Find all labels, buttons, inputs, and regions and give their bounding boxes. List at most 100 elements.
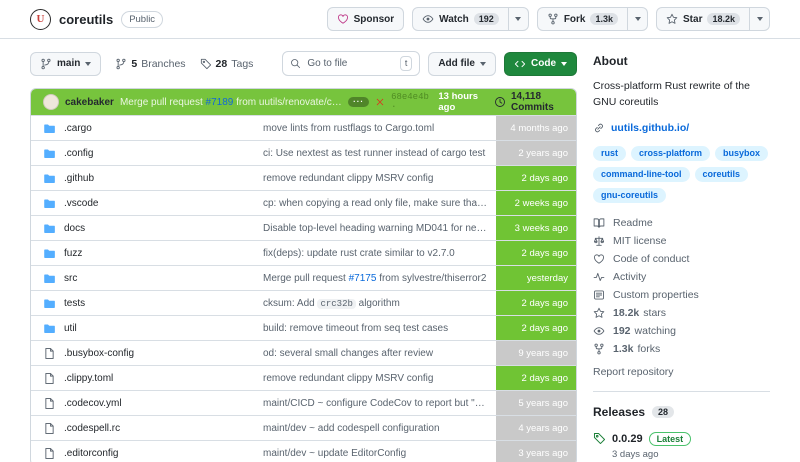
commit-message-link[interactable]: cksum: Add crc32b algorithm bbox=[263, 298, 496, 309]
commit-message-link[interactable]: maint/CICD ~ configure CodeCov to report… bbox=[263, 398, 496, 409]
check-failed-icon[interactable] bbox=[375, 97, 385, 107]
table-row: tests cksum: Add crc32b algorithm 2 days… bbox=[31, 290, 576, 315]
website-link[interactable]: uutils.github.io/ bbox=[593, 122, 770, 134]
topic-tag[interactable]: command-line-tool bbox=[593, 166, 690, 182]
repo-title[interactable]: coreutils bbox=[59, 12, 113, 27]
sidebar-info-item[interactable]: Readme bbox=[593, 217, 770, 229]
info-label: Activity bbox=[613, 270, 647, 283]
commit-message-link[interactable]: Merge pull request #7175 from sylvestre/… bbox=[263, 273, 496, 284]
commit-age-cell[interactable]: 2 weeks ago bbox=[496, 191, 576, 215]
file-name-link[interactable]: .codespell.rc bbox=[64, 423, 120, 434]
commit-message-link[interactable]: move lints from rustflags to Cargo.toml bbox=[263, 123, 496, 134]
sidebar-info-item[interactable]: Code of conduct bbox=[593, 253, 770, 265]
file-name-cell: docs bbox=[31, 222, 263, 235]
watch-dropdown-button[interactable] bbox=[508, 7, 529, 31]
file-name-link[interactable]: docs bbox=[64, 223, 85, 234]
commit-message[interactable]: Merge pull request #7189 from uutils/ren… bbox=[120, 97, 342, 108]
info-label: stars bbox=[643, 306, 667, 319]
sidebar-info-item[interactable]: MIT license bbox=[593, 235, 770, 247]
branch-tag-links: 5 Branches 28 Tags bbox=[115, 58, 253, 70]
file-name-link[interactable]: .config bbox=[64, 148, 93, 159]
sidebar-info-item[interactable]: 18.2k stars bbox=[593, 307, 770, 319]
topic-tag[interactable]: busybox bbox=[715, 145, 769, 161]
branches-link[interactable]: 5 Branches bbox=[115, 58, 186, 70]
topic-tag[interactable]: rust bbox=[593, 145, 627, 161]
org-avatar[interactable]: U bbox=[30, 8, 51, 30]
sponsor-button[interactable]: Sponsor bbox=[326, 7, 405, 31]
commit-age-cell[interactable]: 2 days ago bbox=[496, 316, 576, 340]
commit-message-link[interactable]: maint/dev ~ update EditorConfig bbox=[263, 448, 496, 459]
commit-age-cell[interactable]: 9 years ago bbox=[496, 341, 576, 365]
commit-age-cell[interactable]: 2 days ago bbox=[496, 166, 576, 190]
file-name-link[interactable]: tests bbox=[64, 298, 85, 309]
code-button[interactable]: Code bbox=[504, 51, 577, 76]
branch-selector[interactable]: main bbox=[30, 51, 102, 76]
commit-message-link[interactable]: remove redundant clippy MSRV config bbox=[263, 373, 496, 384]
file-name-link[interactable]: util bbox=[64, 323, 77, 334]
visibility-badge: Public bbox=[121, 10, 164, 28]
table-row: src Merge pull request #7175 from sylves… bbox=[31, 265, 576, 290]
star-dropdown-button[interactable] bbox=[750, 7, 770, 31]
star-button[interactable]: Star 18.2k bbox=[656, 7, 750, 31]
pr-link[interactable]: #7189 bbox=[206, 97, 234, 108]
tags-count: 28 bbox=[215, 57, 228, 70]
commit-message-link[interactable]: ci: Use nextest as test runner instead o… bbox=[263, 148, 496, 159]
commit-age-cell[interactable]: 3 weeks ago bbox=[496, 216, 576, 240]
commit-age-cell[interactable]: 5 years ago bbox=[496, 391, 576, 415]
commit-hash[interactable]: 68e4e4b · bbox=[391, 92, 429, 112]
commit-age-cell[interactable]: 4 months ago bbox=[496, 116, 576, 140]
file-name-link[interactable]: .vscode bbox=[64, 198, 98, 209]
commit-age-cell[interactable]: 2 days ago bbox=[496, 291, 576, 315]
file-name-link[interactable]: .editorconfig bbox=[64, 448, 118, 459]
fork-dropdown-button[interactable] bbox=[628, 7, 649, 31]
file-name-link[interactable]: .busybox-config bbox=[64, 348, 134, 359]
sidebar-info-item[interactable]: Activity bbox=[593, 271, 770, 283]
report-repository-link[interactable]: Report repository bbox=[593, 366, 770, 378]
file-name-link[interactable]: fuzz bbox=[64, 248, 82, 259]
watch-button[interactable]: Watch 192 bbox=[412, 7, 509, 31]
commit-kebab-button[interactable]: ··· bbox=[348, 97, 370, 107]
commit-age-cell[interactable]: 3 years ago bbox=[496, 441, 576, 462]
commit-message-link[interactable]: maint/dev ~ add codespell configuration bbox=[263, 423, 496, 434]
commit-message-link[interactable]: build: remove timeout from seq test case… bbox=[263, 323, 496, 334]
sidebar-info-item[interactable]: 1.3k forks bbox=[593, 343, 770, 355]
fork-button[interactable]: Fork 1.3k bbox=[536, 7, 629, 31]
file-name-link[interactable]: .github bbox=[64, 173, 94, 184]
table-row: .codecov.yml maint/CICD ~ configure Code… bbox=[31, 390, 576, 415]
file-name-link[interactable]: .codecov.yml bbox=[64, 398, 122, 409]
header-actions: Sponsor Watch 192 Fork 1.3k Star 18.2k bbox=[326, 7, 770, 31]
commit-age-cell[interactable]: yesterday bbox=[496, 266, 576, 290]
watch-split-button: Watch 192 bbox=[412, 7, 529, 31]
chevron-down-icon bbox=[756, 17, 763, 21]
latest-release-link[interactable]: 0.0.29 Latest bbox=[593, 431, 770, 446]
sidebar-info-item[interactable]: Custom properties bbox=[593, 289, 770, 301]
go-to-file-input[interactable]: Go to file t bbox=[282, 51, 421, 76]
topic-tag[interactable]: gnu-coreutils bbox=[593, 187, 667, 203]
commit-age-cell[interactable]: 2 days ago bbox=[496, 241, 576, 265]
commit-age-cell[interactable]: 2 years ago bbox=[496, 141, 576, 165]
add-file-button[interactable]: Add file bbox=[428, 51, 496, 76]
commit-age-cell[interactable]: 4 years ago bbox=[496, 416, 576, 440]
commit-history-link[interactable]: 14,118 Commits bbox=[494, 91, 567, 113]
commit-message-link[interactable]: cp: when copying a read only file, make … bbox=[263, 198, 496, 209]
commit-message-link[interactable]: Disable top-level heading warning MD041 … bbox=[263, 223, 496, 234]
topic-tag[interactable]: cross-platform bbox=[631, 145, 711, 161]
commit-message-link[interactable]: od: several small changes after review bbox=[263, 348, 496, 359]
table-row: .clippy.toml remove redundant clippy MSR… bbox=[31, 365, 576, 390]
file-name-link[interactable]: .clippy.toml bbox=[64, 373, 113, 384]
book-icon bbox=[593, 217, 605, 229]
commit-age-cell[interactable]: 2 days ago bbox=[496, 366, 576, 390]
topic-tag[interactable]: coreutils bbox=[694, 166, 749, 182]
file-table-body: .cargo move lints from rustflags to Carg… bbox=[31, 115, 576, 462]
file-name-link[interactable]: src bbox=[64, 273, 77, 284]
avatar[interactable] bbox=[43, 94, 59, 110]
commit-message-link[interactable]: fix(deps): update rust crate similar to … bbox=[263, 248, 496, 259]
releases-heading[interactable]: Releases 28 bbox=[593, 405, 770, 419]
commit-author[interactable]: cakebaker bbox=[65, 97, 114, 108]
file-name-link[interactable]: .cargo bbox=[64, 123, 92, 134]
sidebar-info-item[interactable]: 192 watching bbox=[593, 325, 770, 337]
add-file-label: Add file bbox=[438, 58, 475, 69]
star-label: Star bbox=[683, 13, 703, 25]
tags-link[interactable]: 28 Tags bbox=[200, 57, 253, 70]
commit-message-link[interactable]: remove redundant clippy MSRV config bbox=[263, 173, 496, 184]
